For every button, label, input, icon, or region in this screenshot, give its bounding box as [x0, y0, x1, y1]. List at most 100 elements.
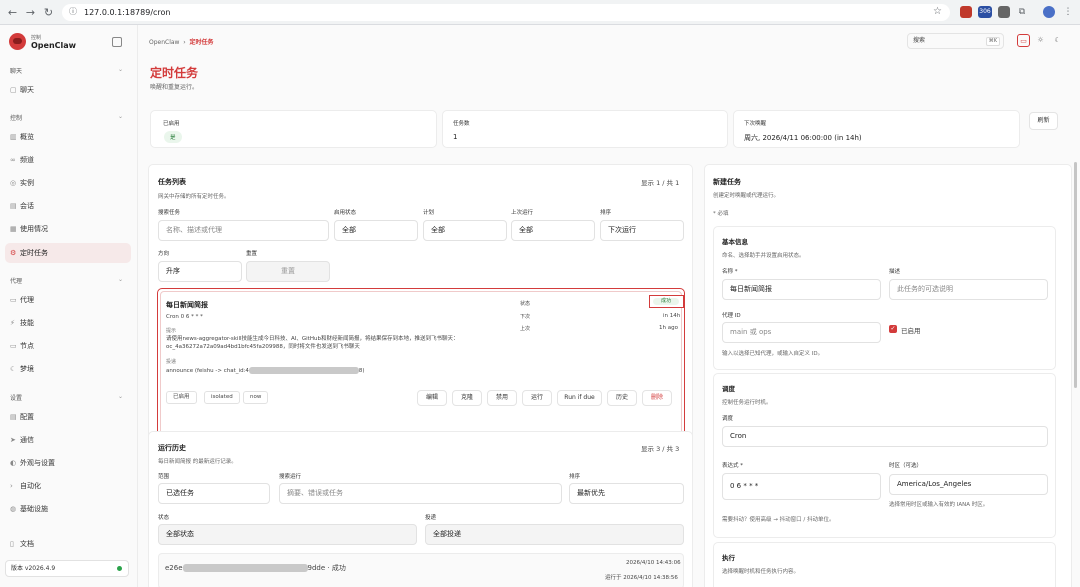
run-if-due-button[interactable]: Run if due	[557, 390, 602, 406]
address-bar[interactable]: ⓘ 127.0.0.1:18789/cron ☆	[62, 4, 950, 21]
sidebar-item-sessions[interactable]: ▤ 会话	[5, 196, 131, 216]
run-sort-select[interactable]: 最新优先	[569, 483, 684, 504]
menu-kebab-icon[interactable]: ⋮	[1062, 6, 1074, 18]
site-info-icon[interactable]: ⓘ	[69, 7, 79, 17]
sidebar-item-automation[interactable]: › 自动化	[5, 476, 131, 496]
new-task-card: 新建任务 创建定时唤醒或代理运行。 * 必填 基本信息 命名、选择助手并设置启用…	[704, 164, 1072, 587]
run-row[interactable]: e26e 9dde · 成功 2026/4/10 14:43:06 运行于 202…	[158, 553, 684, 587]
sidebar: 控制 OpenClaw 聊天 ⌄ ▢ 聊天 控制 ⌄ ▥ 概览 ∞ 频道 ◎ 实例 ▤ 会话 …	[0, 25, 138, 587]
sidebar-item-chat[interactable]: ▢ 聊天	[5, 80, 131, 100]
job-schedule: Cron 0 6 * * *	[166, 314, 203, 320]
sidebar-item-label: 梦境	[20, 365, 34, 373]
edit-button[interactable]: 编辑	[417, 390, 447, 406]
sidebar-item-skills[interactable]: ⚡ 技能	[5, 313, 131, 333]
run-status-filter[interactable]: 全部状态	[158, 524, 417, 545]
refresh-button[interactable]: 刷新	[1029, 112, 1058, 130]
schedule-mode-select[interactable]: Cron	[722, 426, 1048, 447]
sidebar-item-appearance[interactable]: ◐ 外观与设置	[5, 453, 131, 473]
send-icon: ➤	[10, 436, 16, 444]
tag-enabled: 已启用	[166, 391, 197, 404]
sidebar-item-channels[interactable]: ∞ 频道	[5, 150, 131, 170]
monitor-theme-icon[interactable]: ▭	[1017, 34, 1030, 47]
extension-icon[interactable]	[998, 6, 1010, 18]
global-search[interactable]: 搜索 ⌘K	[907, 33, 1004, 49]
reload-icon[interactable]: ↻	[42, 6, 55, 19]
description-input[interactable]: 此任务的可选说明	[889, 279, 1048, 300]
subsection-subtitle: 控制任务运行时机。	[722, 400, 772, 406]
profile-avatar[interactable]	[1043, 6, 1055, 18]
last-run-value: 1h ago	[659, 325, 678, 331]
scope-select[interactable]: 已选任务	[158, 483, 270, 504]
sidebar-item-overview[interactable]: ▥ 概览	[5, 127, 131, 147]
delivery-prefix: announce (feishu -> chat_id:4	[166, 368, 249, 374]
run-id-prefix: e26e	[165, 564, 183, 572]
sidebar-item-infra[interactable]: ◍ 基础设施	[5, 499, 131, 519]
sidebar-item-dreams[interactable]: ☾ 梦境	[5, 359, 131, 379]
status-badge: 成功	[653, 298, 679, 305]
version-badge: 版本 v2026.4.9	[5, 560, 129, 577]
extensions-puzzle-icon[interactable]: ⧉	[1016, 6, 1028, 18]
clone-button[interactable]: 克隆	[452, 390, 482, 406]
section-control[interactable]: 控制 ⌄	[10, 113, 123, 122]
subsection-subtitle: 命名、选择助手并设置启用状态。	[722, 253, 805, 259]
name-input[interactable]: 每日新闻简报	[722, 279, 881, 300]
enabled-checkbox[interactable]: ✓	[889, 325, 897, 333]
timezone-input[interactable]: America/Los_Angeles	[889, 474, 1048, 495]
back-icon[interactable]: ←	[6, 6, 19, 19]
page-title: 定时任务	[150, 66, 199, 80]
sidebar-item-instances[interactable]: ◎ 实例	[5, 173, 131, 193]
breadcrumb-current: 定时任务	[189, 39, 214, 46]
status-filter-select[interactable]: 全部	[334, 220, 418, 241]
forward-icon[interactable]: →	[24, 6, 37, 19]
sidebar-item-docs[interactable]: ▯ 文档	[5, 534, 131, 554]
sidebar-item-label: 外观与设置	[20, 459, 55, 467]
schedule-section: 调度 控制任务运行时机。 调度 Cron 表达式 * 0 6 * * * 时区（…	[713, 373, 1056, 538]
reset-filters-button[interactable]: 重置	[246, 261, 330, 282]
field-label: 表达式 *	[722, 463, 743, 469]
bookmark-star-icon[interactable]: ☆	[933, 6, 942, 17]
stat-value: 周六, 2026/4/11 06:00:00 (in 14h)	[744, 134, 862, 142]
sidebar-item-comms[interactable]: ➤ 通信	[5, 430, 131, 450]
stat-label: 已启用	[163, 121, 180, 127]
moon-theme-icon[interactable]: ☾	[1051, 34, 1064, 47]
section-chat[interactable]: 聊天 ⌄	[10, 66, 123, 75]
sidebar-item-cron[interactable]: ⚙ 定时任务	[5, 243, 131, 263]
tag-wake-mode: now	[243, 391, 269, 404]
delete-button[interactable]: 删除	[642, 390, 672, 406]
direction-select[interactable]: 升序	[158, 261, 242, 282]
page-scrollbar[interactable]	[1074, 162, 1077, 388]
sidebar-item-config[interactable]: ▤ 配置	[5, 407, 131, 427]
stat-value: 1	[453, 133, 458, 141]
sidebar-item-usage[interactable]: ▦ 使用情况	[5, 219, 131, 239]
cron-expression-input[interactable]: 0 6 * * *	[722, 473, 881, 500]
collapse-sidebar-icon[interactable]	[112, 37, 122, 47]
task-search-input[interactable]: 名称、描述或代理	[158, 220, 329, 241]
sidebar-item-agents[interactable]: ▭ 代理	[5, 290, 131, 310]
result-count: 显示 1 / 共 1	[641, 179, 680, 187]
run-search-input[interactable]: 摘要、错误或任务	[279, 483, 562, 504]
section-settings[interactable]: 设置 ⌄	[10, 393, 123, 402]
sidebar-item-label: 配置	[20, 413, 34, 421]
search-placeholder: 搜索	[913, 37, 926, 44]
sort-select[interactable]: 下次运行	[600, 220, 684, 241]
job-card[interactable]: 每日新闻简报 Cron 0 6 * * * 提示 请使用news-aggrega…	[157, 288, 685, 439]
section-agent[interactable]: 代理 ⌄	[10, 276, 123, 285]
disable-button[interactable]: 禁用	[487, 390, 517, 406]
extension-icon[interactable]	[960, 6, 972, 18]
field-label: 上次运行	[511, 210, 534, 216]
expression-hint: 需要抖动？使用高级 → 抖动窗口 / 抖动单位。	[722, 517, 835, 523]
sun-theme-icon[interactable]: ☼	[1034, 34, 1047, 47]
history-button[interactable]: 历史	[607, 390, 637, 406]
job-name: 每日新闻简报	[166, 301, 208, 309]
extension-badge[interactable]: 306	[978, 6, 992, 18]
sidebar-item-nodes[interactable]: ▭ 节点	[5, 336, 131, 356]
run-id-suffix: 9dde · 成功	[307, 564, 346, 572]
plan-filter-select[interactable]: 全部	[423, 220, 507, 241]
run-button[interactable]: 运行	[522, 390, 552, 406]
last-run-filter-select[interactable]: 全部	[511, 220, 595, 241]
run-delivery-filter[interactable]: 全部投递	[425, 524, 684, 545]
sidebar-item-label: 代理	[20, 296, 34, 304]
breadcrumb-root[interactable]: OpenClaw	[149, 39, 179, 46]
agent-id-input[interactable]: main 或 ops	[722, 322, 881, 343]
run-time: 2026/4/10 14:43:06	[626, 560, 681, 566]
